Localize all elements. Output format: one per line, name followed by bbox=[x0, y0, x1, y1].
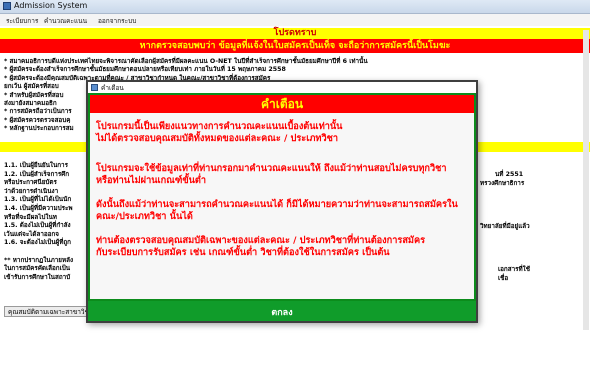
menu-item-exit[interactable]: ออกจากระบบ bbox=[98, 16, 136, 26]
dialog-line: ไม่ได้ตรวจสอบคุณสมบัติทั้งหมดของแต่ละคณะ… bbox=[96, 133, 339, 144]
right-text-fragment: วิทยาลัยที่มีอยู่แล้ว bbox=[480, 223, 530, 230]
ok-button[interactable]: ตกลง bbox=[256, 304, 308, 318]
warning-dialog: คำเตือน คำเตือน โปรแกรมนี้เป็นเพียงแนวทา… bbox=[86, 80, 478, 323]
dialog-line: กับระเบียบการรับสมัคร เช่น เกณฑ์ขั้นต่ำ … bbox=[96, 247, 390, 258]
menu-item-regulations[interactable]: ระเบียบการ bbox=[6, 16, 38, 26]
dialog-title: คำเตือน bbox=[101, 84, 124, 92]
title-bar: Admission System bbox=[0, 0, 590, 14]
dialog-body: คำเตือน โปรแกรมนี้เป็นเพียงแนวทางการคำนว… bbox=[88, 93, 476, 301]
right-text-fragment: เชื่อ bbox=[498, 275, 509, 282]
dialog-line: หรือท่านไม่ผ่านเกณฑ์ขั้นต่ำ bbox=[96, 175, 207, 186]
app-window: Admission System ระเบียบการ คำนวณคะแนน อ… bbox=[0, 0, 590, 369]
warning-banner: หากตรวจสอบพบว่า ข้อมูลที่แจ้งในใบสมัครเป… bbox=[0, 39, 590, 53]
window-title: Admission System bbox=[14, 1, 88, 10]
bullet-line: * ผู้สมัครจะต้องสำเร็จการศึกษาชั้นมัธยมศ… bbox=[4, 66, 286, 73]
menu-item-calculate[interactable]: คำนวณคะแนน bbox=[44, 16, 87, 26]
notice-header: โปรดทราบ bbox=[0, 28, 590, 39]
right-text-fragment: ทรวงศึกษาธิการ bbox=[480, 180, 525, 187]
vertical-scrollbar[interactable] bbox=[583, 30, 589, 330]
app-icon bbox=[3, 2, 11, 10]
dialog-line: คณะ/ประเภทวิชา นั้นได้ bbox=[96, 211, 193, 222]
dialog-header: คำเตือน bbox=[90, 95, 474, 113]
bullet-line: * สมาคมอธิการบดีแห่งประเทศไทยจะพิจารณาคั… bbox=[4, 58, 368, 65]
dialog-app-icon bbox=[91, 84, 98, 91]
dialog-footer: ตกลง bbox=[88, 301, 476, 321]
